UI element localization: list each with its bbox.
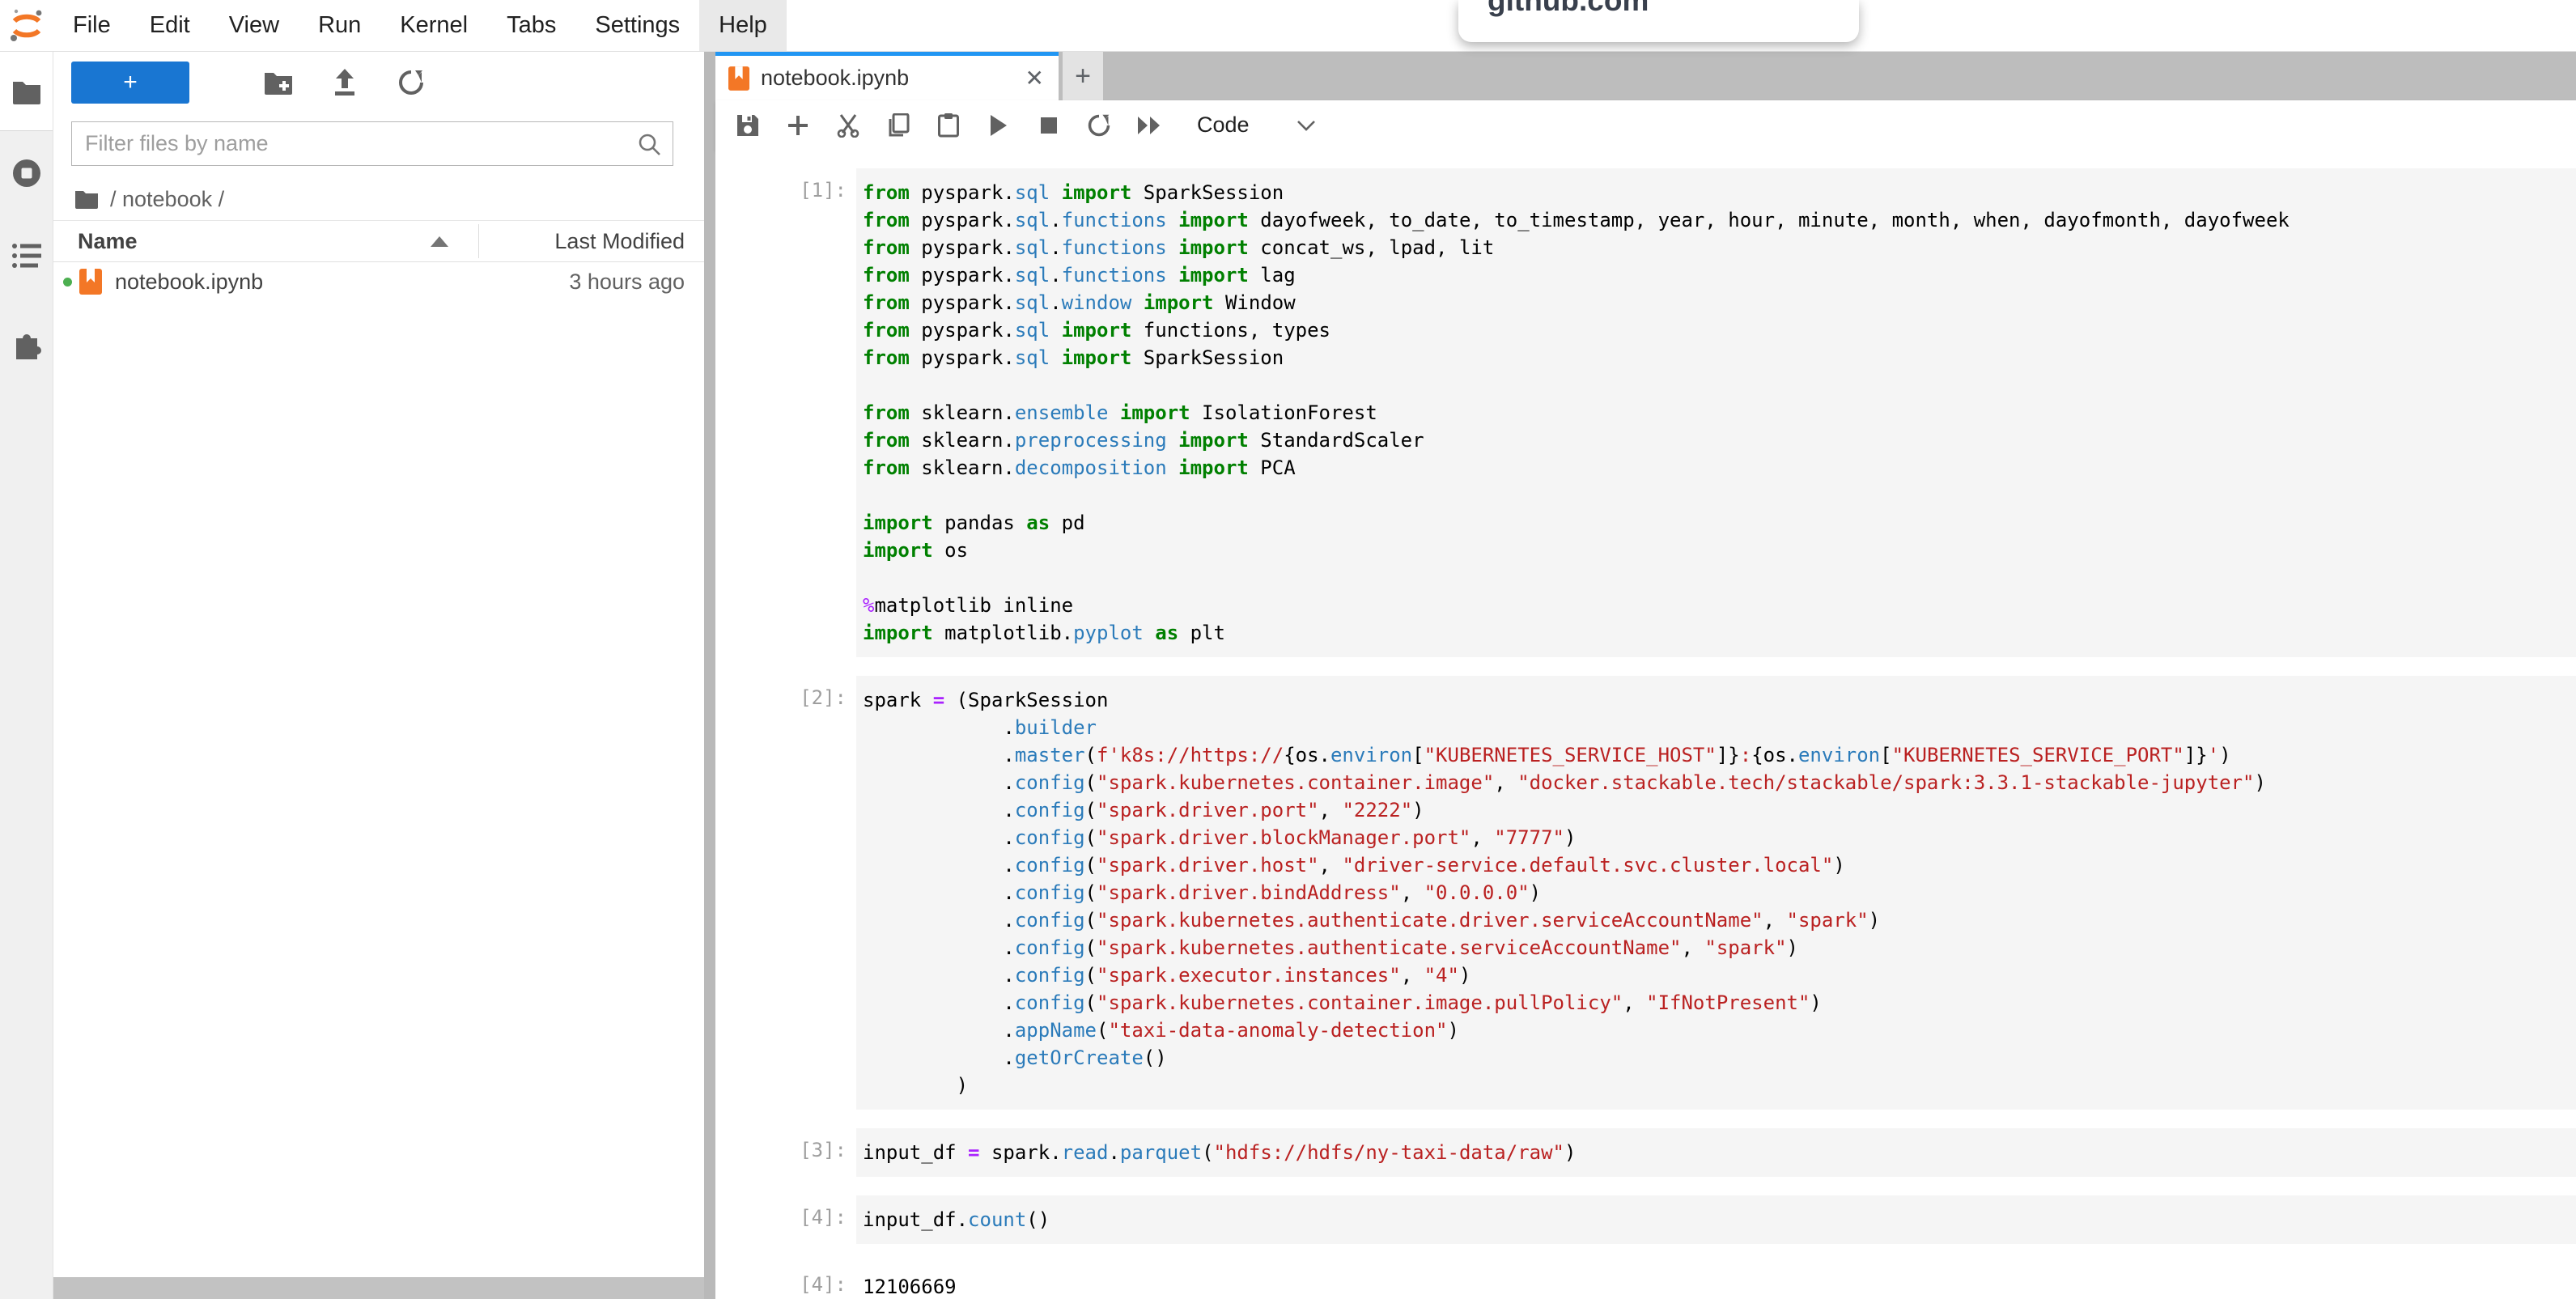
upload-button[interactable] [324,62,366,104]
sidebar-tab-running[interactable] [0,157,53,189]
chevron-down-icon[interactable] [1296,120,1316,131]
cell-type-select[interactable]: Code [1197,112,1250,138]
tab-notebook[interactable]: notebook.ipynb ✕ [715,52,1059,100]
new-folder-button[interactable] [257,62,299,104]
new-folder-icon [264,70,293,95]
menu-view[interactable]: View [210,0,299,51]
tab-bar: notebook.ipynb ✕ + [715,52,2576,100]
paste-cells-button[interactable] [927,106,970,145]
restart-run-all-button[interactable] [1128,106,1170,145]
code-cell-2[interactable]: [2]:spark = (SparkSession .builder .mast… [715,676,2576,1110]
notebook-file-icon [79,269,102,295]
output-text: 12106669 [856,1263,2576,1299]
run-cell-button[interactable] [978,106,1020,145]
cell-prompt: [1]: [715,168,856,657]
code-cell-3[interactable]: [3]:input_df = spark.read.parquet("hdfs:… [715,1128,2576,1177]
interrupt-kernel-button[interactable] [1028,106,1070,145]
refresh-button[interactable] [390,62,432,104]
file-name: notebook.ipynb [115,261,263,302]
breadcrumb[interactable]: / notebook / [74,183,224,215]
refresh-icon [397,69,425,96]
menu-help[interactable]: Help [699,0,787,51]
menu-tabs[interactable]: Tabs [487,0,575,51]
restart-icon [1087,113,1111,138]
column-name[interactable]: Name [78,221,138,261]
paste-icon [938,113,959,138]
file-modified: 3 hours ago [569,261,685,302]
menu-edit[interactable]: Edit [130,0,210,51]
copy-cells-button[interactable] [877,106,919,145]
notebook-file-icon [728,66,749,91]
browser-permission-popup: github.com [1458,0,1859,42]
new-tab-button[interactable]: + [1063,52,1103,100]
breadcrumb-path: / notebook / [110,187,224,212]
column-divider [478,224,479,258]
sidebar-icon-strip [0,52,53,1299]
menu-bar: File Edit View Run Kernel Tabs Settings … [0,0,2576,52]
menu-kernel[interactable]: Kernel [380,0,487,51]
notebook-toolbar: Code [715,100,2576,151]
stop-circle-icon [11,157,43,189]
code-cell-1[interactable]: [1]:from pyspark.sql import SparkSession… [715,168,2576,657]
output-prompt: [4]: [715,1263,856,1299]
menu-run[interactable]: Run [299,0,380,51]
tab-close-icon[interactable]: ✕ [1025,65,1044,91]
notebook-cells: [1]:from pyspark.sql import SparkSession… [715,150,2576,1299]
menu-settings[interactable]: Settings [575,0,699,51]
sidebar-tab-extensions[interactable] [0,327,53,361]
kernel-running-dot [63,278,72,287]
column-last-modified[interactable]: Last Modified [554,221,685,261]
menu-file[interactable]: File [53,0,130,51]
fast-forward-icon [1137,116,1161,135]
tab-label: notebook.ipynb [761,66,909,91]
cell-editor[interactable]: spark = (SparkSession .builder .master(f… [856,676,2576,1110]
save-button[interactable] [727,106,769,145]
save-icon [736,114,759,137]
cell-prompt: [4]: [715,1195,856,1244]
sidebar-tab-filebrowser[interactable] [0,52,53,131]
sidebar-tab-toc[interactable] [0,242,53,270]
cell-editor[interactable]: from pyspark.sql import SparkSessionfrom… [856,168,2576,657]
file-row-notebook[interactable]: notebook.ipynb 3 hours ago [53,261,704,302]
file-browser-panel: + / notebook [53,52,704,1299]
notebook-scroll-area[interactable]: [1]:from pyspark.sql import SparkSession… [715,150,2576,1299]
search-icon [637,132,661,156]
jupyter-logo-icon [0,0,53,51]
scissors-icon [836,113,860,138]
stop-icon [1040,117,1058,134]
home-folder-icon [74,189,99,209]
file-list-header: Name Last Modified [53,220,704,262]
plus-icon [787,115,808,136]
folder-icon [11,79,42,104]
play-icon [989,114,1008,137]
list-icon [11,242,42,270]
new-launcher-button[interactable]: + [71,62,189,104]
add-cell-button[interactable] [777,106,819,145]
file-browser-hscrollbar[interactable] [53,1277,704,1299]
code-cell-4[interactable]: [4]:input_df.count() [715,1195,2576,1244]
cell-prompt: [2]: [715,676,856,1110]
file-browser-toolbar: + [53,52,704,112]
file-filter-input[interactable] [72,131,637,156]
cut-cells-button[interactable] [827,106,869,145]
copy-icon [887,113,910,138]
panel-splitter[interactable] [704,52,715,1299]
file-filter-box [71,121,673,166]
main-dock-area: notebook.ipynb ✕ + [715,52,2576,1299]
sort-ascending-icon[interactable] [431,236,448,247]
popup-site-text: github.com [1487,0,1649,18]
upload-icon [333,69,357,96]
cell-prompt: [3]: [715,1128,856,1177]
cell-editor[interactable]: input_df.count() [856,1195,2576,1244]
cell-editor[interactable]: input_df = spark.read.parquet("hdfs://hd… [856,1128,2576,1177]
restart-kernel-button[interactable] [1078,106,1120,145]
cell-output: [4]:12106669 [715,1263,2576,1299]
puzzle-icon [10,327,44,361]
